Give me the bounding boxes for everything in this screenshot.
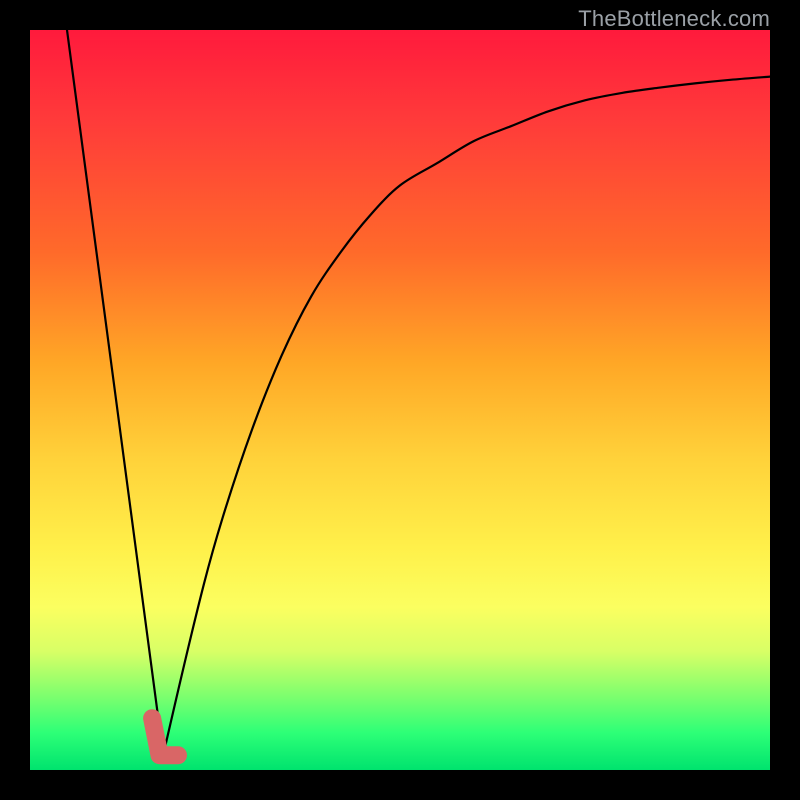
watermark-text: TheBottleneck.com — [578, 6, 770, 32]
bottleneck-curve — [67, 30, 770, 755]
optimal-marker — [152, 718, 178, 755]
curve-layer — [30, 30, 770, 770]
chart-frame: TheBottleneck.com — [0, 0, 800, 800]
plot-area — [30, 30, 770, 770]
